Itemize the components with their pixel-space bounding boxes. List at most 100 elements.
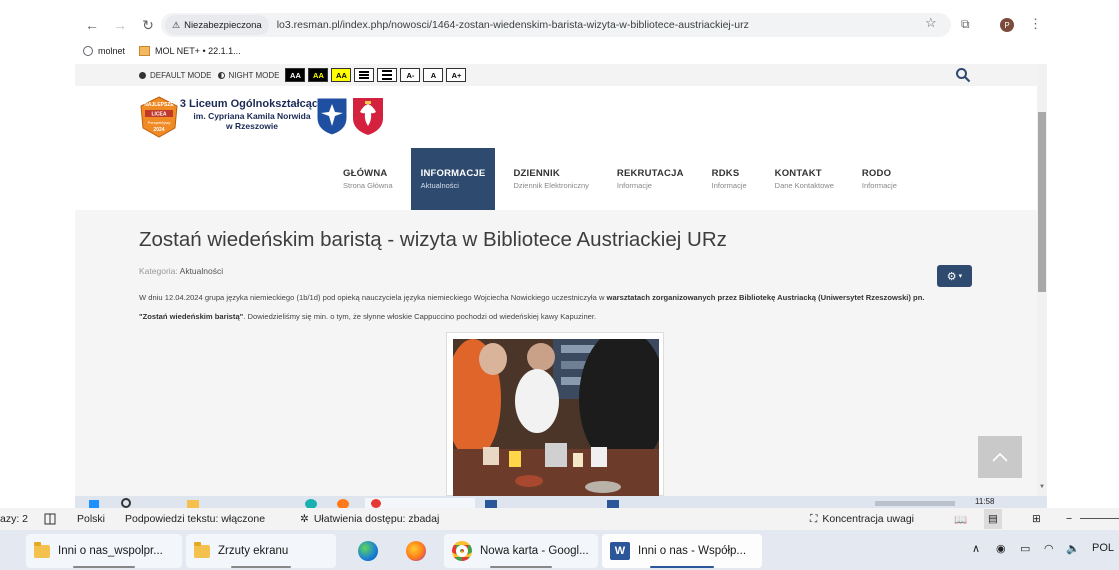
article-paragraph: W dniu 12.04.2024 grupa języka niemiecki… [139,288,979,326]
accessibility-checker[interactable]: ✲ Ułatwienia dostępu: zbadaj [300,513,439,525]
font-reset-button[interactable]: A [423,68,444,82]
nav-subtitle: Aktualności [420,181,459,190]
security-chip[interactable]: ⚠ Niezabezpieczona [165,15,269,35]
para-text: W dniu 12.04.2024 grupa języka niemiecki… [139,293,607,302]
read-mode-icon[interactable]: 📖 [954,513,967,526]
taskbar-edge[interactable] [350,534,386,568]
radio-dot-icon [139,71,146,79]
scroll-to-top-button[interactable] [978,436,1022,478]
article-photo[interactable] [445,329,667,496]
nav-title: RODO [861,168,892,179]
taskbar-firefox[interactable] [398,534,434,568]
focus-label: Koncentracja uwagi [822,513,914,525]
night-mode-toggle[interactable]: NIGHT MODE [217,71,279,80]
article-category: Kategoria: Aktualności [139,266,223,276]
search-icon[interactable] [955,67,971,83]
school-name-line1: 3 Liceum Ogólnokształcące [179,98,325,110]
nav-item-dziennik[interactable]: DZIENNIK Dziennik Elektroniczny [503,148,598,210]
bookmark-molnet[interactable]: molnet [83,46,125,56]
badge-year: 2024 [153,127,164,133]
inner-word-icon [485,500,497,508]
badge-mid: LICEA [152,112,167,118]
nav-item-rekrutacja[interactable]: REKRUTACJA Informacje [607,148,694,210]
nav-item-glowna[interactable]: GŁÓWNA Strona Główna [333,148,403,210]
font-increase-button[interactable]: A+ [446,68,467,82]
taskbar-item-word[interactable]: W Inni o nas - Współp... [602,534,762,568]
zoom-out-icon[interactable]: − [1066,513,1072,525]
half-moon-icon [217,71,225,79]
windows-taskbar: Inni o nas_wspolpr... Zrzuty ekranu Nowa… [0,530,1119,570]
rzeszow-coat-of-arms-icon [316,97,348,136]
tray-battery-icon[interactable]: ▭ [1020,542,1030,555]
nav-item-rodo[interactable]: RODO Informacje [852,148,907,210]
back-icon[interactable]: ← [81,14,103,36]
contrast-black-button[interactable]: AA [285,68,306,82]
default-mode-toggle[interactable]: DEFAULT MODE [139,71,212,80]
web-page: DEFAULT MODE NIGHT MODE AA AA AA A- A A+… [75,64,1047,496]
taskbar-item-explorer-1[interactable]: Inni o nas_wspolpr... [26,534,182,568]
forward-icon[interactable]: → [109,14,131,36]
word-count[interactable]: azy: 2 [0,513,28,525]
page-icon [139,46,151,56]
page-scrollbar[interactable]: ▼ [1037,64,1047,496]
nav-subtitle: Informacje [861,181,897,190]
contrast-yellow-button[interactable]: AA [331,68,352,82]
lines-icon [359,71,370,79]
tray-language[interactable]: POL [1092,542,1114,554]
omnibox[interactable]: ⚠ Niezabezpieczona lo3.resman.pl/index.p… [161,13,951,37]
nav-title: INFORMACJE [420,168,486,179]
bookmark-molnet-plus[interactable]: MOL NET+ • 22.1.1... [139,46,241,56]
reload-icon[interactable]: ↻ [137,14,159,36]
zoom-slider[interactable] [1080,518,1119,519]
language-indicator[interactable]: Polski [77,513,105,525]
profile-avatar[interactable]: P [1000,18,1014,32]
taskbar-item-explorer-2[interactable]: Zrzuty ekranu [186,534,336,568]
lines-wide-icon [382,70,393,80]
badge-bottom: Perspektywy [148,120,171,125]
text-predictions[interactable]: Podpowiedzi tekstu: włączone [125,513,265,525]
security-label: Niezabezpieczona [184,19,262,31]
line-spacing-button[interactable] [354,68,375,82]
article-tools-button[interactable]: ⚙ ▾ [937,265,972,287]
article-photo-frame [445,329,667,496]
scroll-down-arrow-icon[interactable]: ▼ [1039,484,1045,490]
inner-search-icon [121,498,131,508]
category-link[interactable]: Aktualności [180,266,223,276]
inner-clock: 11:58 [975,497,995,506]
nav-item-informacje[interactable]: INFORMACJE Aktualności [410,148,496,210]
folder-icon [34,541,50,558]
chrome-icon [452,541,472,561]
taskbar-label: Inni o nas - Współp... [638,545,747,557]
url-text[interactable]: lo3.resman.pl/index.php/nowosci/1464-zos… [277,19,749,31]
print-layout-icon[interactable]: ▤ [984,509,1002,529]
tray-volume-icon[interactable]: 🔈 [1066,542,1080,555]
school-name: 3 Liceum Ogólnokształcące im. Cypriana K… [177,98,327,131]
proofing-icon[interactable] [44,513,56,525]
nav-subtitle: Informacje [711,181,747,190]
para-bold-title: "Zostań wiedeńskim baristą" [139,312,244,321]
scrollbar-thumb[interactable] [1038,112,1046,292]
firefox-icon [406,541,426,561]
bookmark-label: MOL NET+ • 22.1.1... [155,46,241,56]
taskbar-item-chrome[interactable]: Nowa karta - Googl... [444,534,598,568]
menu-dots-icon[interactable]: ⋮ [1029,16,1042,32]
contrast-label: AA [313,70,324,80]
default-mode-label: DEFAULT MODE [150,70,212,80]
font-decrease-button[interactable]: A- [400,68,421,82]
focus-mode[interactable]: ⛶ Koncentracja uwagi [810,513,914,526]
nav-item-rdks[interactable]: RDKS Informacje [702,148,757,210]
school-logo[interactable]: NAJLEPSZE LICEA Perspektywy 2024 3 Liceu… [139,96,389,140]
category-label: Kategoria: [139,266,178,276]
web-layout-icon[interactable]: ⊞ [1032,513,1041,525]
tray-webcam-icon[interactable]: ◉ [996,542,1006,555]
bookmark-star-icon[interactable]: ☆ [925,15,937,31]
edge-icon [358,541,378,561]
tray-chevron-up-icon[interactable]: ∧ [972,542,980,555]
contrast-black-yellow-button[interactable]: AA [308,68,329,82]
tray-wifi-icon[interactable]: ◠ [1044,542,1054,555]
folder-icon [194,541,210,558]
line-spacing-wide-button[interactable] [377,68,398,82]
extensions-icon[interactable]: ⧉ [961,17,970,32]
nav-item-kontakt[interactable]: KONTAKT Dane Kontaktowe [765,148,844,210]
para-bold: warsztatach zorganizowanych przez Biblio… [606,293,925,302]
